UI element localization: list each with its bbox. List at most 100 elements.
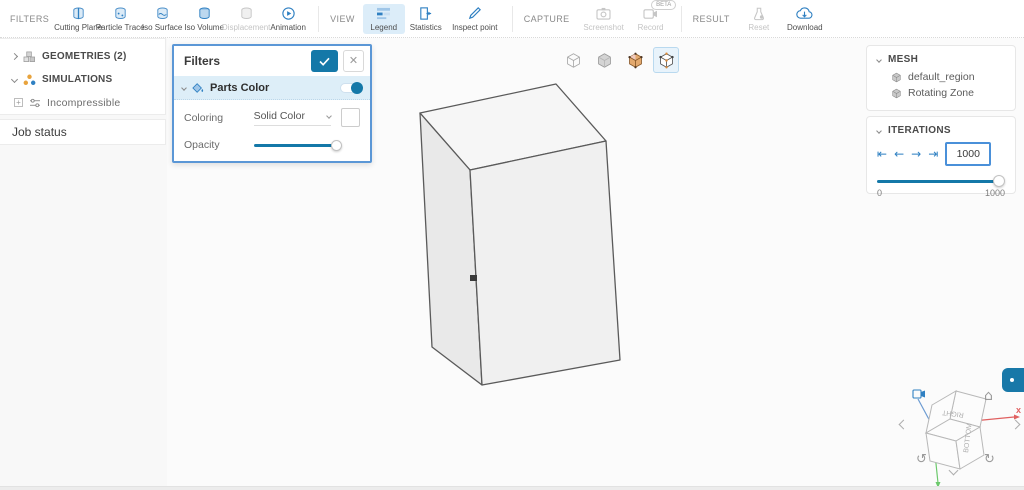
reset-icon <box>752 6 766 21</box>
apply-button[interactable] <box>311 50 338 72</box>
parts-color-row[interactable]: Parts Color <box>174 76 370 100</box>
tree-item-label: GEOMETRIES (2) <box>42 51 126 62</box>
opacity-row: Opacity <box>184 139 360 151</box>
toggle-knob <box>351 82 363 94</box>
tool-iso-surface[interactable]: Iso Surface <box>141 4 183 34</box>
tool-label: Iso Volume <box>184 23 224 32</box>
legend-icon <box>376 6 391 21</box>
filters-panel: Filters ✕ Parts Color Coloring Solid Col… <box>172 44 372 163</box>
tool-legend[interactable]: Legend <box>363 4 405 34</box>
rotate-ccw-button[interactable]: ↺ <box>916 453 927 466</box>
first-iteration-button[interactable]: ⇤ <box>877 148 887 160</box>
tool-label: Screenshot <box>583 23 623 32</box>
particle-trace-icon <box>113 6 128 21</box>
mesh-wireframe-cube-icon <box>658 52 675 69</box>
tool-label: Reset <box>748 23 769 32</box>
iterations-controls: ⇤ ← → ⇥ <box>867 140 1015 166</box>
slider-handle[interactable] <box>331 140 342 151</box>
close-button[interactable]: ✕ <box>343 50 364 72</box>
mesh-item-default-region[interactable]: default_region <box>867 69 1015 85</box>
parts-color-label: Parts Color <box>210 82 334 94</box>
tool-label: Animation <box>270 23 306 32</box>
tool-download[interactable]: Download <box>780 4 830 34</box>
iso-surface-icon <box>155 6 170 21</box>
view-mode-surface-mesh-button[interactable] <box>622 47 648 73</box>
tree-item-geometries[interactable]: GEOMETRIES (2) <box>0 45 165 68</box>
tool-record[interactable]: BETA Record <box>630 4 672 34</box>
box-front-face <box>470 141 620 385</box>
box-edge-feature <box>470 275 477 281</box>
tool-label: Iso Surface <box>142 23 182 32</box>
view-mode-bar <box>560 47 679 73</box>
tool-label: Record <box>638 23 664 32</box>
coloring-dropdown[interactable]: Solid Color <box>254 110 332 126</box>
record-icon: BETA <box>643 6 658 21</box>
capture-group-label: CAPTURE <box>524 14 570 24</box>
next-iteration-button[interactable]: → <box>911 148 921 160</box>
tool-reset[interactable]: Reset <box>738 4 780 34</box>
filters-group-label: FILTERS <box>10 14 49 24</box>
toolbar-separator <box>512 6 513 32</box>
iterations-range: 0 1000 <box>867 187 1015 199</box>
iterations-input[interactable] <box>945 142 991 166</box>
slider-track <box>877 180 1001 183</box>
camera-icon[interactable] <box>912 388 926 399</box>
animation-icon <box>281 6 296 21</box>
top-toolbar: FILTERS Cutting Plane Particle Trace Iso… <box>0 0 1024 38</box>
mesh-item-label: Rotating Zone <box>908 87 974 99</box>
view-mode-surface-button[interactable] <box>591 47 617 73</box>
slider-track <box>254 144 340 147</box>
tree-item-label: SIMULATIONS <box>42 74 112 85</box>
tool-displacement[interactable]: Displacement <box>225 4 267 34</box>
beta-badge: BETA <box>651 0 676 10</box>
home-view-button[interactable]: ⌂ <box>984 389 993 403</box>
mesh-panel-title: MESH <box>888 54 918 65</box>
rotate-cw-button[interactable]: ↻ <box>984 453 995 466</box>
color-swatch[interactable] <box>341 108 360 127</box>
geometries-icon <box>23 51 36 63</box>
tool-label: Download <box>787 23 823 32</box>
cube-faces[interactable] <box>926 391 986 469</box>
last-iteration-button[interactable]: ⇥ <box>928 148 938 160</box>
job-status-label: Job status <box>12 125 67 139</box>
view-mode-mesh-wireframe-button[interactable] <box>653 47 679 73</box>
tool-screenshot[interactable]: Screenshot <box>578 4 630 34</box>
mesh-item-label: default_region <box>908 71 975 83</box>
expand-plus-icon[interactable]: + <box>14 98 23 107</box>
tree-item-incompressible[interactable]: + Incompressible <box>0 91 165 114</box>
view-mode-wireframe-button[interactable] <box>560 47 586 73</box>
solid-cube-icon <box>596 52 613 69</box>
iterations-panel-header[interactable]: ITERATIONS <box>867 117 1015 140</box>
coloring-row: Coloring Solid Color <box>184 108 360 127</box>
iterations-panel-title: ITERATIONS <box>888 125 951 136</box>
tree-item-simulations[interactable]: SIMULATIONS <box>0 68 165 91</box>
mesh-cube-icon <box>891 72 902 83</box>
chevron-down-icon <box>181 85 187 91</box>
slider-handle[interactable] <box>993 175 1005 187</box>
job-status-panel[interactable]: Job status <box>0 119 166 145</box>
tool-particle-trace[interactable]: Particle Trace <box>99 4 141 34</box>
tool-animation[interactable]: Animation <box>267 4 309 34</box>
opacity-slider[interactable] <box>254 140 340 151</box>
iso-volume-icon <box>197 6 212 21</box>
tool-iso-volume[interactable]: Iso Volume <box>183 4 225 34</box>
tune-icon <box>29 98 41 108</box>
tool-cutting-plane[interactable]: Cutting Plane <box>57 4 99 34</box>
tree-item-label: Incompressible <box>47 97 120 109</box>
mesh-panel-header[interactable]: MESH <box>867 46 1015 69</box>
tool-statistics[interactable]: Statistics <box>405 4 447 34</box>
model-box[interactable] <box>415 75 635 395</box>
download-icon <box>796 6 813 21</box>
chevron-down-icon <box>876 128 882 134</box>
iterations-slider[interactable] <box>877 175 1005 187</box>
chat-bubble-button[interactable] <box>1002 368 1024 392</box>
scene-tree-panel: GEOMETRIES (2) SIMULATIONS + Incompressi… <box>0 38 166 115</box>
displacement-icon <box>239 6 254 21</box>
check-icon <box>319 57 330 66</box>
result-group-label: RESULT <box>693 14 730 24</box>
tool-inspect-point[interactable]: Inspect point <box>447 4 503 34</box>
mesh-item-rotating-zone[interactable]: Rotating Zone <box>867 85 1015 101</box>
statistics-icon <box>418 6 433 21</box>
previous-iteration-button[interactable]: ← <box>894 148 904 160</box>
parts-color-toggle[interactable] <box>340 83 362 93</box>
